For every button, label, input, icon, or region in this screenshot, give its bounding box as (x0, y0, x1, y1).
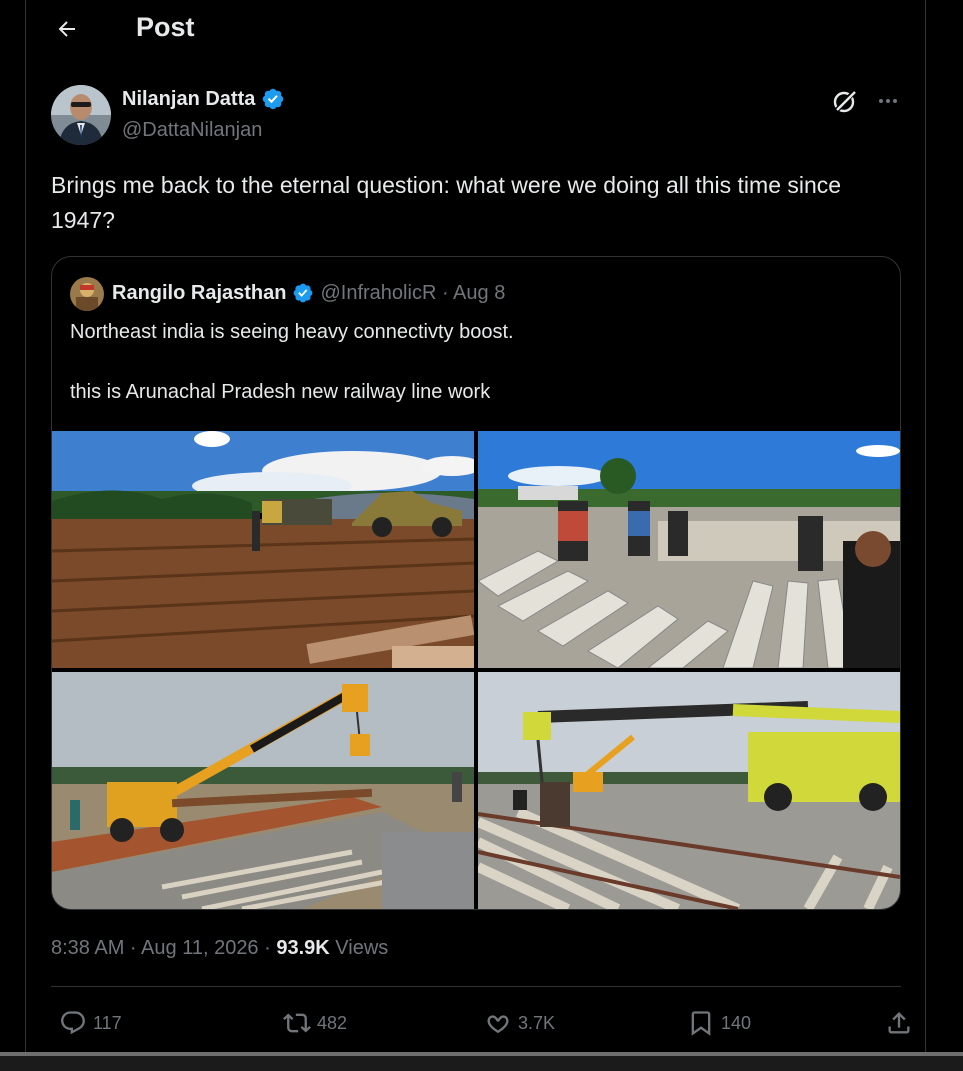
grok-button[interactable] (831, 87, 859, 115)
author-handle[interactable]: @DattaNilanjan (122, 117, 262, 143)
repost-button[interactable]: 482 (283, 1004, 347, 1042)
quoted-handle-date: @InfraholicR · Aug 8 (320, 282, 506, 304)
reply-count: 117 (93, 1012, 122, 1033)
quoted-author-name[interactable]: Rangilo Rajasthan (112, 280, 286, 306)
more-options-button[interactable] (874, 87, 902, 115)
author-name[interactable]: Nilanjan Datta (122, 86, 285, 112)
views-count: 93.9K (276, 937, 330, 959)
back-button[interactable] (50, 12, 84, 46)
reply-icon (61, 1011, 85, 1035)
quoted-header: Rangilo Rajasthan @InfraholicR · Aug 8 (112, 280, 505, 306)
bookmark-count: 140 (721, 1012, 752, 1033)
action-bar: 117 482 3.7K 140 (51, 1004, 910, 1042)
arrow-left-icon (58, 21, 75, 37)
photo-earthworks[interactable] (52, 431, 474, 668)
reply-button[interactable]: 117 (59, 1004, 122, 1042)
views-label: Views (329, 937, 389, 959)
quoted-text-line-1: Northeast india is seeing heavy connecti… (70, 321, 514, 343)
more-dots-icon (879, 99, 897, 103)
divider (51, 986, 901, 987)
post-header: Post (26, 0, 925, 56)
verified-badge-icon (263, 88, 284, 110)
repost-count: 482 (317, 1012, 348, 1033)
author-avatar[interactable] (51, 85, 111, 145)
window-bottom-edge (0, 1052, 963, 1071)
grok-icon (833, 89, 857, 113)
share-button[interactable] (885, 1004, 913, 1042)
media-grid (52, 431, 900, 909)
post-column: Post Nilanjan Datta @DattaNilanjan Bring… (25, 0, 926, 1052)
photo-workers-sleepers[interactable] (478, 431, 900, 668)
like-count: 3.7K (518, 1012, 556, 1033)
bookmark-button[interactable]: 140 (687, 1004, 751, 1042)
author-name-text: Nilanjan Datta (122, 88, 256, 110)
heart-icon (487, 1015, 509, 1034)
page-title: Post (136, 12, 195, 42)
share-icon (888, 1012, 910, 1034)
like-button[interactable]: 3.7K (484, 1004, 555, 1042)
photo-crane-loading[interactable] (52, 672, 474, 909)
photo-crane-track[interactable] (478, 672, 900, 909)
bookmark-icon (691, 1011, 711, 1036)
post-timestamp[interactable]: 8:38 AM · Aug 11, 2026 · 93.9K Views (51, 933, 388, 963)
quoted-tweet[interactable]: Rangilo Rajasthan @InfraholicR · Aug 8 N… (51, 256, 901, 910)
post-time: 8:38 AM · Aug 11, 2026 · (51, 937, 277, 959)
tweet-text: Brings me back to the eternal question: … (51, 172, 842, 233)
repost-icon (283, 1013, 311, 1033)
verified-badge-icon (294, 283, 313, 303)
quoted-text-line-2: this is Arunachal Pradesh new railway li… (70, 381, 491, 403)
quoted-author-avatar[interactable] (70, 277, 104, 311)
